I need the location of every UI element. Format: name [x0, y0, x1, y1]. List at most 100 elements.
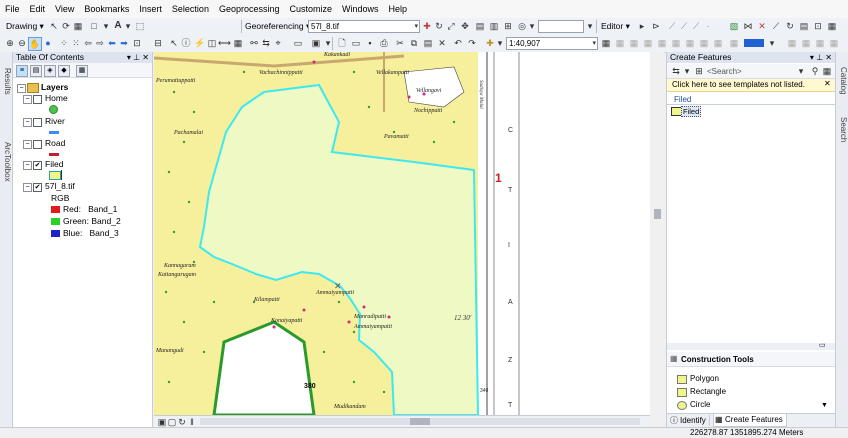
georef-layer-combo[interactable]: 57l_8.tif ▾	[308, 20, 420, 33]
collapse-icon[interactable]: −	[23, 161, 32, 170]
dropdown-icon[interactable]: ▾	[766, 37, 778, 49]
close-icon[interactable]: ✕	[824, 79, 831, 88]
home-symbol[interactable]	[49, 105, 58, 114]
rectangle-icon[interactable]	[677, 388, 687, 397]
list-by-drawing-order-icon[interactable]: ≡	[16, 65, 28, 77]
pan-icon[interactable]: ✋	[28, 37, 42, 51]
select-elements-icon[interactable]: ↖	[168, 37, 180, 49]
hyperlink-icon[interactable]: ⚡	[194, 37, 206, 49]
collapse-icon[interactable]: −	[23, 95, 32, 104]
undo-icon[interactable]: ↶	[452, 37, 464, 49]
new-map-icon[interactable]: 🗋	[336, 37, 348, 49]
tool-circle[interactable]: Circle	[690, 400, 710, 409]
open-icon[interactable]: ▭	[350, 37, 362, 49]
dropdown-icon[interactable]: ▾	[795, 65, 807, 77]
edit-vertices-tool-icon[interactable]: ▧	[728, 20, 740, 32]
full-extent-icon[interactable]: ●	[42, 37, 54, 49]
layout-icon[interactable]: ▦	[698, 37, 710, 49]
menu-selection[interactable]: Selection	[167, 4, 214, 14]
straight-segment-icon[interactable]: ⟋	[666, 20, 678, 32]
layout-icon[interactable]: ▦	[670, 37, 682, 49]
time-slider-icon[interactable]: ▭	[292, 37, 304, 49]
editor-menu[interactable]: Editor ▾	[601, 21, 630, 32]
back-arrow-icon[interactable]: ⬅	[106, 37, 118, 49]
rotate-edit-icon[interactable]: ↻	[784, 20, 796, 32]
road-layer-label[interactable]: Road	[45, 138, 65, 148]
create-features-window-icon[interactable]: ▦	[826, 20, 838, 32]
find-route-icon[interactable]: ⇆	[260, 37, 272, 49]
dropdown-icon[interactable]: ▾	[494, 37, 506, 49]
collapse-icon[interactable]: −	[23, 140, 32, 149]
html-popup-icon[interactable]: ◫	[206, 37, 218, 49]
zoom-out-icon[interactable]: ⊖	[16, 37, 28, 49]
menu-file[interactable]: File	[0, 4, 25, 14]
list-by-source-icon[interactable]: ▤	[30, 65, 42, 77]
georeferencing-menu[interactable]: Georeferencing ▾	[245, 21, 310, 32]
dropdown-icon[interactable]: ▾	[681, 65, 693, 77]
search-tab[interactable]: Search	[836, 110, 848, 150]
tool-polygon[interactable]: Polygon	[690, 374, 719, 383]
link-table-icon[interactable]: ⊞	[502, 20, 514, 32]
layout-icon[interactable]: ▦	[828, 37, 840, 49]
measure-icon[interactable]: ⟷	[218, 37, 231, 49]
map-canvas[interactable]: 1 C T I A Z T 12 30' Sadisya Malai 340 3…	[154, 52, 650, 415]
tab-create-features[interactable]: ▦ Create Features	[713, 414, 787, 427]
scale-icon[interactable]: ⤢	[445, 20, 457, 32]
dropdown-icon[interactable]: ▾	[584, 20, 596, 32]
sketch-properties-icon[interactable]: ⊡	[812, 20, 824, 32]
copy-icon[interactable]: ⧉	[408, 37, 420, 49]
layout-icon[interactable]: ▦	[728, 37, 740, 49]
add-control-points-icon[interactable]: ✚	[421, 20, 433, 32]
map-scale-combo[interactable]: 1:40,907 ▾	[506, 37, 598, 50]
horizontal-scrollbar[interactable]	[200, 418, 640, 425]
scroll-thumb[interactable]	[410, 418, 430, 425]
layout-icon[interactable]: ▦	[800, 37, 812, 49]
select-elements-icon[interactable]: ↖	[48, 20, 60, 32]
rotate-georef-icon[interactable]: ↻	[433, 20, 445, 32]
rotate-icon[interactable]: ⟳	[60, 20, 72, 32]
river-layer-label[interactable]: River	[45, 116, 65, 126]
info-message[interactable]: Click here to see templates not listed.	[672, 80, 805, 89]
collapse-icon[interactable]: −	[23, 183, 32, 192]
scroll-thumb[interactable]	[654, 209, 661, 219]
fixed-zoom-out-icon[interactable]: ⁙	[70, 37, 82, 49]
binoculars-icon[interactable]: ⚯	[248, 37, 260, 49]
options-icon[interactable]: ▦	[76, 65, 88, 77]
layout-icon[interactable]: ▦	[628, 37, 640, 49]
river-symbol[interactable]	[49, 131, 59, 134]
home-layer-label[interactable]: Home	[45, 93, 68, 103]
circle-icon[interactable]	[677, 401, 687, 410]
layout-icon[interactable]: ▦	[786, 37, 798, 49]
pin-close-icons[interactable]: ▾ ⊥ ✕	[810, 52, 832, 63]
reshape-icon[interactable]: ⋈	[742, 20, 754, 32]
results-tab[interactable]: Results	[0, 56, 12, 106]
menu-windows[interactable]: Windows	[337, 4, 384, 14]
arctoolbox-tab[interactable]: ArcToolbox	[0, 112, 12, 212]
paste-icon[interactable]: ▤	[422, 37, 434, 49]
dropdown-icon[interactable]: ▾	[122, 20, 134, 32]
georef-value-input[interactable]	[538, 20, 584, 33]
layout-icon[interactable]: ▦	[684, 37, 696, 49]
raster-layer-label[interactable]: 57l_8.tif	[45, 181, 75, 191]
cut-icon[interactable]: ✂	[394, 37, 406, 49]
trace-icon[interactable]: ⟋	[690, 20, 702, 32]
dropdown-icon[interactable]: ▾	[526, 20, 538, 32]
road-layer-checkbox[interactable]	[33, 140, 42, 149]
collapse-icon[interactable]: −	[23, 118, 32, 127]
menu-help[interactable]: Help	[384, 4, 413, 14]
collapse-icon[interactable]: −	[17, 84, 26, 93]
rectangle-icon[interactable]: □	[88, 20, 100, 32]
select-features-icon[interactable]: ⊡	[131, 37, 143, 49]
attributes-icon[interactable]: ▤	[798, 20, 810, 32]
template-search-input[interactable]: <Search>	[707, 67, 742, 76]
layers-root-label[interactable]: Layers	[41, 82, 68, 92]
next-extent-icon[interactable]: ⇨	[94, 37, 106, 49]
editor-toolbar-icon[interactable]: ▦	[600, 37, 612, 49]
pin-close-icons[interactable]: ▾ ⊥ ✕	[127, 52, 149, 63]
cut-polygons-icon[interactable]: ✕	[756, 20, 768, 32]
catalog-tab[interactable]: Catalog	[836, 56, 848, 106]
scroll-down-icon[interactable]: ▼	[821, 402, 828, 409]
road-symbol[interactable]	[49, 153, 59, 156]
menu-customize[interactable]: Customize	[285, 4, 338, 14]
table-icon[interactable]: ▥	[488, 20, 500, 32]
